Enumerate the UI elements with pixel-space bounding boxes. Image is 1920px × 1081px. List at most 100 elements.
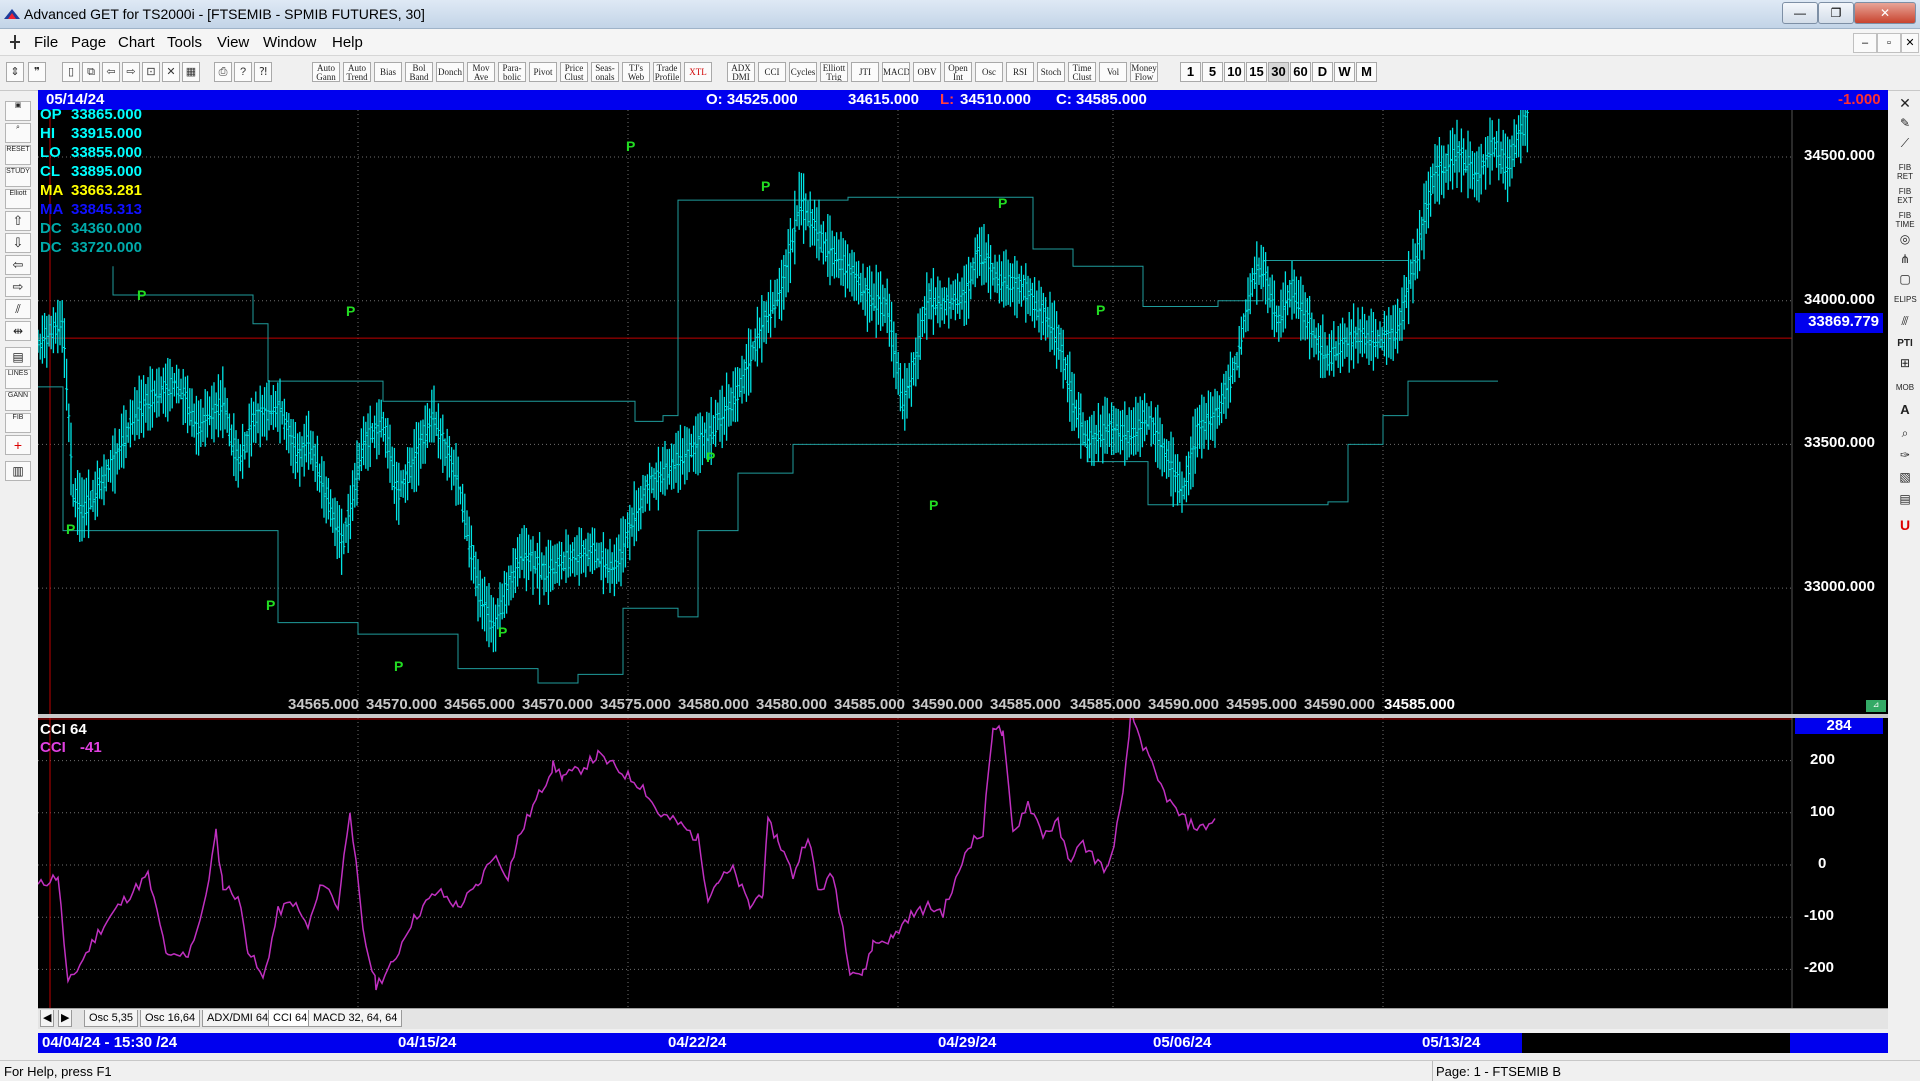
menu-help[interactable]: Help: [332, 34, 363, 51]
price-chart[interactable]: P P P P P P P P P P P P 33869.779 ⊿ OP 33865.000 HI 33…: [38, 106, 1888, 714]
menu-chart[interactable]: Chart: [118, 34, 155, 51]
arrow-down-icon[interactable]: ⇩: [5, 233, 31, 253]
study-button-14[interactable]: CCI: [758, 62, 786, 82]
study-button-2[interactable]: Bias: [374, 62, 402, 82]
study-button-9[interactable]: Seas-onals: [591, 62, 619, 82]
chart-type-icon[interactable]: ⊿: [1866, 700, 1886, 712]
menu-window[interactable]: Window: [263, 34, 316, 51]
properties-icon[interactable]: ?: [234, 62, 252, 82]
layers-icon[interactable]: ▧: [1894, 471, 1916, 491]
bars-icon[interactable]: ⫽: [5, 299, 31, 319]
period-button-15[interactable]: 15: [1246, 62, 1267, 82]
list-icon[interactable]: ▤: [1894, 493, 1916, 513]
study-button-26[interactable]: Money Flow: [1130, 62, 1158, 82]
menu-file[interactable]: File: [34, 34, 58, 51]
study-button-7[interactable]: Pivot: [529, 62, 557, 82]
period-button-5[interactable]: 5: [1202, 62, 1223, 82]
period-button-D[interactable]: D: [1312, 62, 1333, 82]
text-tool-icon[interactable]: A: [1894, 403, 1916, 423]
study-button-6[interactable]: Para-bolic: [498, 62, 526, 82]
maximize-button[interactable]: ❐: [1818, 2, 1854, 24]
lines-button[interactable]: LINES: [5, 369, 31, 389]
study-button-11[interactable]: Trade Profile: [653, 62, 681, 82]
study-button-13[interactable]: ADX DMI: [727, 62, 755, 82]
study-button-5[interactable]: Mov Ave: [467, 62, 495, 82]
fan-icon[interactable]: ⋔: [1894, 253, 1916, 273]
back-icon[interactable]: ⇦: [102, 62, 120, 82]
tab-scroll-right[interactable]: ▶: [58, 1010, 73, 1027]
period-button-W[interactable]: W: [1334, 62, 1355, 82]
spiral-icon[interactable]: ◎: [1894, 233, 1916, 253]
tab-osc-16-64[interactable]: Osc 16,64: [140, 1010, 201, 1027]
copy-page-icon[interactable]: ⧉: [82, 62, 100, 82]
doc-menu-icon[interactable]: [8, 34, 22, 50]
study-button-15[interactable]: Cycles: [789, 62, 817, 82]
pti-button[interactable]: PTI: [1894, 339, 1916, 357]
snapshot-icon[interactable]: ▥: [5, 461, 31, 481]
study-button-20[interactable]: Open Int: [944, 62, 972, 82]
undo-u-icon[interactable]: U: [1894, 518, 1916, 539]
arrow-right-icon[interactable]: ⇨: [5, 277, 31, 297]
period-button-M[interactable]: M: [1356, 62, 1377, 82]
minimize-button[interactable]: —: [1782, 2, 1818, 24]
fib-ext-button[interactable]: FIB EXT: [1894, 187, 1916, 205]
period-button-30[interactable]: 30: [1268, 62, 1289, 82]
study-button-0[interactable]: Auto Gann: [312, 62, 340, 82]
pointer-icon[interactable]: ⇕: [6, 62, 24, 82]
menu-tools[interactable]: Tools: [167, 34, 202, 51]
crosshair-icon[interactable]: +: [5, 435, 31, 455]
study-button-21[interactable]: Osc: [975, 62, 1003, 82]
menu-view[interactable]: View: [217, 34, 249, 51]
print-icon[interactable]: ⎙: [214, 62, 232, 82]
zoom-icon[interactable]: ⌕: [5, 123, 31, 143]
reset-button[interactable]: RESET: [5, 145, 31, 165]
study-button-24[interactable]: Time Clust: [1068, 62, 1096, 82]
fib-time-button[interactable]: FIB TIME: [1894, 211, 1916, 229]
period-button-1[interactable]: 1: [1180, 62, 1201, 82]
study-button-22[interactable]: RSI: [1006, 62, 1034, 82]
study-button-3[interactable]: Bol Band: [405, 62, 433, 82]
study-button-4[interactable]: Donch: [436, 62, 464, 82]
study-button-18[interactable]: MACD: [882, 62, 910, 82]
arrow-left-icon[interactable]: ⇦: [5, 255, 31, 275]
study-button-17[interactable]: JTI: [851, 62, 879, 82]
forward-icon[interactable]: ⇨: [122, 62, 140, 82]
tab-macd[interactable]: MACD 32, 64, 64: [308, 1010, 403, 1027]
compress-icon[interactable]: ⇹: [5, 321, 31, 341]
study-button-19[interactable]: OBV: [913, 62, 941, 82]
box-icon[interactable]: ▢: [1894, 273, 1916, 293]
tab-osc-5-35[interactable]: Osc 5,35: [84, 1010, 139, 1027]
study-button-16[interactable]: Elliott Trig: [820, 62, 848, 82]
study-button-12[interactable]: XTL: [684, 62, 712, 82]
grid-tool-icon[interactable]: ⊞: [1894, 357, 1916, 377]
fib-button[interactable]: FIB: [5, 413, 31, 433]
study-button-8[interactable]: Price Clust: [560, 62, 588, 82]
grid-icon[interactable]: ▦: [182, 62, 200, 82]
line-tool-icon[interactable]: ⟋: [1894, 137, 1916, 157]
period-button-10[interactable]: 10: [1224, 62, 1245, 82]
layout-icon[interactable]: ⊡: [142, 62, 160, 82]
elliott-button[interactable]: Elliott: [5, 189, 31, 209]
table-icon[interactable]: ▤: [5, 347, 31, 367]
brush-icon[interactable]: ✑: [1894, 449, 1916, 469]
magnifier-icon[interactable]: ⌕: [1894, 427, 1916, 447]
menu-page[interactable]: Page: [71, 34, 106, 51]
mdi-close-button[interactable]: ✕: [1901, 33, 1919, 53]
new-page-icon[interactable]: ▯: [62, 62, 80, 82]
period-button-60[interactable]: 60: [1290, 62, 1311, 82]
quote-icon[interactable]: ❞: [28, 62, 46, 82]
study-button-25[interactable]: Vol: [1099, 62, 1127, 82]
close-button[interactable]: ✕: [1854, 2, 1916, 24]
cross-tool-icon[interactable]: ✕: [1894, 96, 1916, 117]
arrow-up-icon[interactable]: ⇧: [5, 211, 31, 231]
fib-ret-button[interactable]: FIB RET: [1894, 163, 1916, 181]
tab-cci-64[interactable]: CCI 64: [268, 1010, 313, 1027]
context-help-icon[interactable]: ⁈: [254, 62, 272, 82]
cci-pane[interactable]: CCI 64 CCI -41 284 200 100 0 -100 -200: [38, 718, 1888, 1008]
open-icon[interactable]: ▣: [5, 101, 31, 121]
study-button-23[interactable]: Stoch: [1037, 62, 1065, 82]
study-button-1[interactable]: Auto Trend: [343, 62, 371, 82]
mob-button[interactable]: MOB: [1894, 383, 1916, 401]
ellipse-button[interactable]: ELIPS: [1894, 295, 1917, 313]
gann-button[interactable]: GANN: [5, 391, 31, 411]
